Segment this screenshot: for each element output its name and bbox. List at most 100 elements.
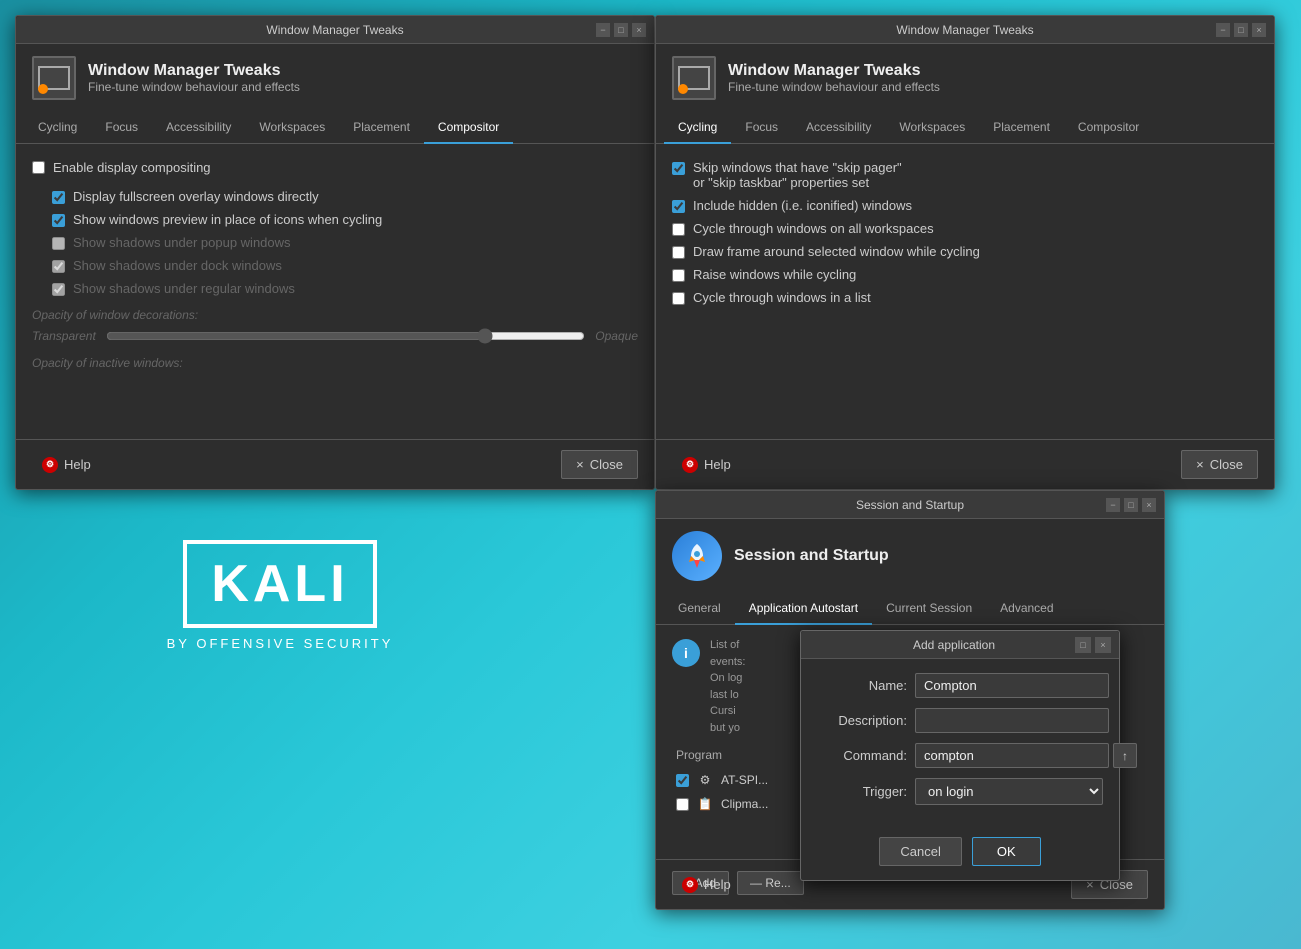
wm-right-app-icon	[672, 56, 716, 100]
dialog-footer: Cancel OK	[801, 829, 1119, 880]
tab-accessibility-left[interactable]: Accessibility	[152, 112, 245, 144]
wm-left-minimize-button[interactable]: −	[596, 23, 610, 37]
show-shadows-regular-label: Show shadows under regular windows	[73, 281, 295, 296]
tab-advanced[interactable]: Advanced	[986, 593, 1067, 625]
draw-frame-checkbox[interactable]	[672, 246, 685, 259]
enable-compositing-checkbox[interactable]	[32, 161, 45, 174]
wm-right-minimize-button[interactable]: −	[1216, 23, 1230, 37]
wm-left-help-button[interactable]: ⚙ Help	[32, 451, 101, 479]
session-help-button[interactable]: ⚙ Help	[672, 871, 741, 899]
session-header: Session and Startup	[656, 519, 1164, 593]
name-input[interactable]	[915, 673, 1109, 698]
add-application-dialog: Add application □ × Name: Description: C…	[800, 630, 1120, 881]
tab-accessibility-right[interactable]: Accessibility	[792, 112, 885, 144]
all-workspaces-checkbox[interactable]	[672, 223, 685, 236]
wm-left-app-title-section: Window Manager Tweaks Fine-tune window b…	[88, 62, 300, 94]
atsp-name: AT-SPI...	[721, 773, 768, 787]
browse-button[interactable]: ↑	[1113, 743, 1137, 768]
atsp-checkbox[interactable]	[676, 774, 689, 787]
tab-compositor-right[interactable]: Compositor	[1064, 112, 1153, 144]
tab-focus-right[interactable]: Focus	[731, 112, 792, 144]
wm-left-close-button[interactable]: ×	[632, 23, 646, 37]
session-close-button[interactable]: ×	[1142, 498, 1156, 512]
session-titlebar: Session and Startup − □ ×	[656, 491, 1164, 519]
clipman-icon: 📋	[697, 796, 713, 812]
trigger-select[interactable]: on login on logout immediately	[915, 778, 1103, 805]
wm-left-close-button[interactable]: × Close	[561, 450, 638, 479]
wm-right-close-button[interactable]: ×	[1252, 23, 1266, 37]
tab-workspaces-left[interactable]: Workspaces	[245, 112, 339, 144]
ok-button[interactable]: OK	[972, 837, 1041, 866]
wm-right-close-button[interactable]: × Close	[1181, 450, 1258, 479]
command-input[interactable]	[915, 743, 1109, 768]
cycle-list-checkbox[interactable]	[672, 292, 685, 305]
wm-left-help-label: Help	[64, 457, 91, 472]
include-hidden-checkbox[interactable]	[672, 200, 685, 213]
dialog-titlebar: Add application □ ×	[801, 631, 1119, 659]
rocket-icon	[681, 540, 713, 572]
show-shadows-dock-row: Show shadows under dock windows	[52, 258, 638, 273]
tab-cycling-right[interactable]: Cycling	[664, 112, 731, 144]
tab-placement-right[interactable]: Placement	[979, 112, 1064, 144]
kali-name: KALI	[211, 555, 348, 613]
opacity-decorations-section: Opacity of window decorations: Transpare…	[32, 308, 638, 344]
show-shadows-popup-checkbox[interactable]	[52, 237, 65, 250]
wm-left-app-title: Window Manager Tweaks	[88, 62, 300, 80]
opacity-slider[interactable]	[106, 328, 585, 344]
wm-left-title: Window Manager Tweaks	[74, 23, 596, 37]
tab-current-session[interactable]: Current Session	[872, 593, 986, 625]
description-label: Description:	[817, 713, 907, 728]
include-hidden-label: Include hidden (i.e. iconified) windows	[693, 198, 912, 213]
tab-placement-left[interactable]: Placement	[339, 112, 424, 144]
help-icon-right: ⚙	[682, 457, 698, 473]
command-input-group: ↑	[915, 743, 1137, 768]
show-shadows-dock-checkbox[interactable]	[52, 260, 65, 273]
tab-focus-left[interactable]: Focus	[91, 112, 152, 144]
opacity-slider-row: Transparent Opaque	[32, 328, 638, 344]
wm-left-titlebar: Window Manager Tweaks − □ ×	[16, 16, 654, 44]
show-shadows-popup-label: Show shadows under popup windows	[73, 235, 291, 250]
skip-pager-checkbox[interactable]	[672, 162, 685, 175]
session-maximize-button[interactable]: □	[1124, 498, 1138, 512]
wm-right-close-label: Close	[1210, 457, 1243, 472]
tab-compositor-left[interactable]: Compositor	[424, 112, 513, 144]
description-row: Description:	[817, 708, 1103, 733]
skip-pager-text: Skip windows that have "skip pager" or "…	[693, 160, 902, 190]
show-preview-row: Show windows preview in place of icons w…	[52, 212, 638, 227]
tab-workspaces-right[interactable]: Workspaces	[885, 112, 979, 144]
wm-right-app-title-section: Window Manager Tweaks Fine-tune window b…	[728, 62, 940, 94]
show-preview-checkbox[interactable]	[52, 214, 65, 227]
wm-left-tabs: Cycling Focus Accessibility Workspaces P…	[16, 112, 654, 144]
cycle-list-label: Cycle through windows in a list	[693, 290, 871, 305]
wm-right-controls: − □ ×	[1216, 23, 1266, 37]
raise-cycling-checkbox[interactable]	[672, 269, 685, 282]
wm-right-help-button[interactable]: ⚙ Help	[672, 451, 741, 479]
wm-right-header: Window Manager Tweaks Fine-tune window b…	[656, 44, 1274, 112]
tab-app-autostart[interactable]: Application Autostart	[735, 593, 872, 625]
dialog-close-button[interactable]: ×	[1095, 637, 1111, 653]
wm-right-footer: ⚙ Help × Close	[656, 439, 1274, 489]
description-input[interactable]	[915, 708, 1109, 733]
clipman-checkbox[interactable]	[676, 798, 689, 811]
tab-general[interactable]: General	[664, 593, 735, 625]
display-fullscreen-label: Display fullscreen overlay windows direc…	[73, 189, 319, 204]
wm-left-controls: − □ ×	[596, 23, 646, 37]
kali-logo: KALI BY OFFENSIVE SECURITY	[120, 540, 440, 651]
skip-pager-line1: Skip windows that have "skip pager"	[693, 160, 902, 175]
show-shadows-regular-checkbox[interactable]	[52, 283, 65, 296]
wm-left-close-label: Close	[590, 457, 623, 472]
cancel-button[interactable]: Cancel	[879, 837, 961, 866]
wm-left-icon-dot	[38, 84, 48, 94]
wm-compositor-window: Window Manager Tweaks − □ × Window Manag…	[15, 15, 655, 490]
wm-right-maximize-button[interactable]: □	[1234, 23, 1248, 37]
wm-right-title: Window Manager Tweaks	[714, 23, 1216, 37]
dialog-maximize-button[interactable]: □	[1075, 637, 1091, 653]
wm-left-maximize-button[interactable]: □	[614, 23, 628, 37]
session-tabs: General Application Autostart Current Se…	[656, 593, 1164, 625]
tab-cycling-left[interactable]: Cycling	[24, 112, 91, 144]
dialog-title: Add application	[833, 638, 1075, 652]
all-workspaces-label: Cycle through windows on all workspaces	[693, 221, 934, 236]
cycle-list-row: Cycle through windows in a list	[672, 290, 1258, 305]
display-fullscreen-checkbox[interactable]	[52, 191, 65, 204]
session-minimize-button[interactable]: −	[1106, 498, 1120, 512]
